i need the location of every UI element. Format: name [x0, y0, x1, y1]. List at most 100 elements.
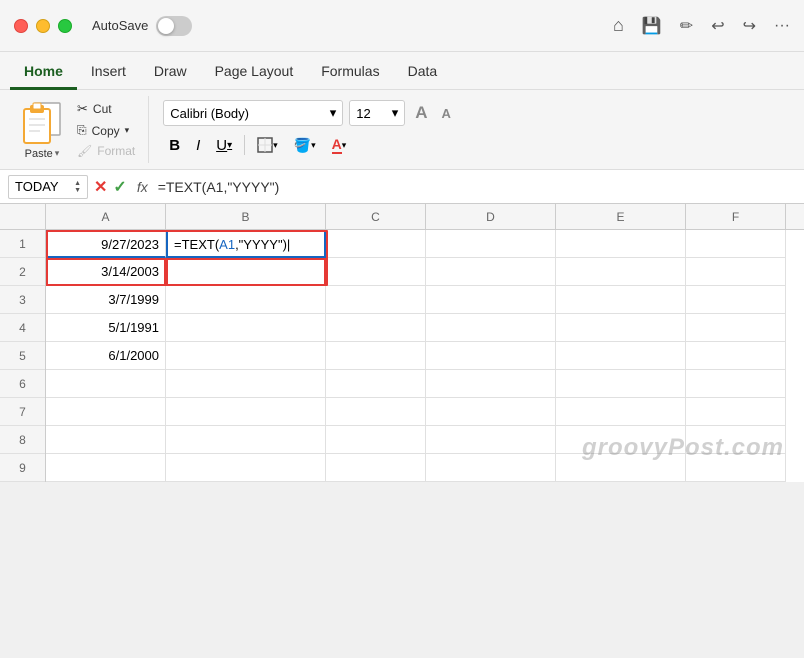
cell-b2[interactable]: [166, 258, 326, 286]
formula-input[interactable]: =TEXT(A1,"YYYY"): [158, 179, 796, 195]
sheet-area: 1 2 3 4 5 6 7 8 9 9/27/2023 =TEXT(A1,"YY…: [0, 230, 804, 482]
cell-c3[interactable]: [326, 286, 426, 314]
cell-a6[interactable]: [46, 370, 166, 398]
cancel-formula-button[interactable]: ✕: [94, 177, 107, 197]
more-icon[interactable]: ···: [774, 17, 790, 35]
cell-e3[interactable]: [556, 286, 686, 314]
font-color-button[interactable]: A ▾: [326, 132, 353, 158]
cell-d1[interactable]: [426, 230, 556, 258]
cell-f6[interactable]: [686, 370, 786, 398]
cell-a8[interactable]: [46, 426, 166, 454]
cell-f1[interactable]: [686, 230, 786, 258]
cell-c7[interactable]: [326, 398, 426, 426]
cell-c1[interactable]: [326, 230, 426, 258]
cell-b9[interactable]: [166, 454, 326, 482]
cell-b3[interactable]: [166, 286, 326, 314]
cell-d9[interactable]: [426, 454, 556, 482]
underline-dropdown-icon: ▾: [227, 140, 232, 151]
cell-e4[interactable]: [556, 314, 686, 342]
copy-button[interactable]: ⎘ Copy ▾: [74, 121, 138, 140]
cell-b5[interactable]: [166, 342, 326, 370]
minimize-button[interactable]: [36, 19, 50, 33]
cell-a9[interactable]: [46, 454, 166, 482]
cell-f5[interactable]: [686, 342, 786, 370]
cell-f4[interactable]: [686, 314, 786, 342]
italic-button[interactable]: I: [190, 132, 206, 158]
cell-f7[interactable]: [686, 398, 786, 426]
cell-d4[interactable]: [426, 314, 556, 342]
fill-color-button[interactable]: 🪣 ▾: [288, 132, 322, 158]
cell-f3[interactable]: [686, 286, 786, 314]
confirm-formula-button[interactable]: ✓: [113, 177, 126, 197]
tab-draw[interactable]: Draw: [140, 57, 201, 90]
maximize-button[interactable]: [58, 19, 72, 33]
cell-d2[interactable]: [426, 258, 556, 286]
cell-c2[interactable]: [326, 258, 426, 286]
cell-e9[interactable]: [556, 454, 686, 482]
cell-e8[interactable]: [556, 426, 686, 454]
cell-e7[interactable]: [556, 398, 686, 426]
tab-home[interactable]: Home: [10, 57, 77, 90]
autosave-toggle[interactable]: [156, 16, 192, 36]
close-button[interactable]: [14, 19, 28, 33]
cell-b1[interactable]: =TEXT(A1,"YYYY")|: [166, 230, 326, 258]
cell-d6[interactable]: [426, 370, 556, 398]
cell-a5[interactable]: 6/1/2000: [46, 342, 166, 370]
cell-b8[interactable]: [166, 426, 326, 454]
tab-formulas[interactable]: Formulas: [307, 57, 393, 90]
font-size-select[interactable]: 12 ▾: [349, 100, 405, 126]
increase-font-button[interactable]: A: [411, 101, 431, 125]
cell-c8[interactable]: [326, 426, 426, 454]
cell-d7[interactable]: [426, 398, 556, 426]
format-icon: 🖌: [77, 144, 92, 158]
cell-f2[interactable]: [686, 258, 786, 286]
cell-c4[interactable]: [326, 314, 426, 342]
row-header-3: 3: [0, 286, 45, 314]
cell-d3[interactable]: [426, 286, 556, 314]
cell-e2[interactable]: [556, 258, 686, 286]
edit-icon[interactable]: ✏: [680, 16, 693, 36]
cell-a7[interactable]: [46, 398, 166, 426]
cell-b7[interactable]: [166, 398, 326, 426]
format-button[interactable]: 🖌 Format: [74, 142, 138, 160]
cell-d5[interactable]: [426, 342, 556, 370]
table-row: 3/14/2003: [46, 258, 804, 286]
redo-icon[interactable]: ↪: [743, 16, 756, 36]
col-header-a: A: [46, 204, 166, 229]
cell-d8[interactable]: [426, 426, 556, 454]
cell-e5[interactable]: [556, 342, 686, 370]
underline-button[interactable]: U ▾: [210, 132, 238, 158]
save-icon[interactable]: 💾: [642, 16, 662, 36]
name-box[interactable]: TODAY ▲▼: [8, 175, 88, 199]
traffic-lights: [14, 19, 72, 33]
tab-data[interactable]: Data: [394, 57, 452, 90]
spreadsheet-container: A B C D E F 1 2 3 4 5 6 7 8 9: [0, 204, 804, 482]
cell-f8[interactable]: [686, 426, 786, 454]
cell-b4[interactable]: [166, 314, 326, 342]
cell-a3[interactable]: 3/7/1999: [46, 286, 166, 314]
cut-button[interactable]: ✂ Cut: [74, 99, 138, 119]
font-name-select[interactable]: Calibri (Body) ▾: [163, 100, 343, 126]
tab-page-layout[interactable]: Page Layout: [201, 57, 308, 90]
cell-b6[interactable]: [166, 370, 326, 398]
cell-a2[interactable]: 3/14/2003: [46, 258, 166, 286]
undo-icon[interactable]: ↩: [711, 16, 724, 36]
home-icon[interactable]: ⌂: [613, 15, 624, 36]
cell-f9[interactable]: [686, 454, 786, 482]
cell-c5[interactable]: [326, 342, 426, 370]
cell-e1[interactable]: [556, 230, 686, 258]
cell-c9[interactable]: [326, 454, 426, 482]
cell-a4[interactable]: 5/1/1991: [46, 314, 166, 342]
bold-button[interactable]: B: [163, 132, 186, 158]
cell-c6[interactable]: [326, 370, 426, 398]
divider: [244, 135, 245, 155]
cell-a1[interactable]: 9/27/2023: [46, 230, 166, 258]
tab-insert[interactable]: Insert: [77, 57, 140, 90]
title-icons: ⌂ 💾 ✏ ↩ ↪ ···: [613, 15, 790, 36]
decrease-font-button[interactable]: A: [438, 104, 455, 123]
paste-button[interactable]: Paste ▾: [20, 99, 64, 160]
cell-e6[interactable]: [556, 370, 686, 398]
borders-icon: [257, 137, 273, 153]
borders-button[interactable]: ▾: [251, 132, 284, 158]
col-header-d: D: [426, 204, 556, 229]
